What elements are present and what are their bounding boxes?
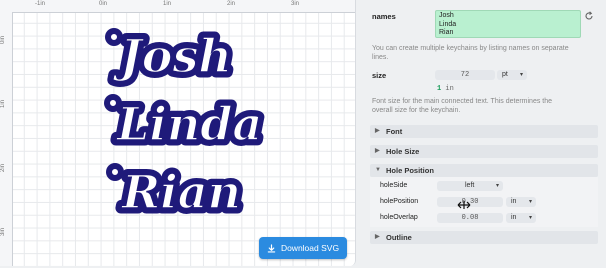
keychain-name-rian: Rian	[120, 165, 241, 219]
triangle-right-icon: ▶	[375, 234, 380, 240]
chevron-down-icon: ▾	[519, 72, 523, 78]
hole-overlap-label: holeOverlap	[380, 214, 418, 221]
download-svg-button[interactable]: Download SVG	[259, 237, 347, 259]
triangle-right-icon: ▶	[375, 148, 380, 154]
size-input[interactable]: 72	[435, 70, 495, 80]
preview-canvas[interactable]: -1in 0in 1in 2in 3in 0in 1in 2in 3in Jos…	[0, 0, 356, 266]
section-hole-size[interactable]: ▶ Hole Size	[370, 145, 598, 158]
names-help: You can create multiple keychains by lis…	[372, 45, 569, 61]
keychain-josh: Josh Josh	[105, 24, 237, 89]
size-unit-value: pt	[502, 71, 508, 78]
keychain-rian: Rian Rian	[106, 160, 246, 225]
triangle-right-icon: ▶	[375, 128, 380, 134]
reset-icon[interactable]	[584, 11, 594, 21]
section-outline[interactable]: ▶ Outline	[370, 231, 598, 244]
download-label: Download SVG	[280, 243, 340, 253]
size-help: Font size for the main connected text. T…	[372, 98, 553, 114]
chevron-down-icon: ▾	[528, 215, 532, 221]
section-hole-position[interactable]: ▼ Hole Position	[370, 164, 598, 177]
chevron-down-icon: ▾	[495, 183, 499, 189]
names-textarea[interactable]: Josh Linda Rian	[435, 10, 581, 38]
hole-overlap-unit-value: in	[511, 214, 517, 221]
hole-side-value: left	[465, 182, 475, 189]
keychain-name-josh: Josh	[112, 29, 232, 83]
keychain-linda: Linda Linda	[104, 92, 268, 157]
names-line: Josh	[439, 12, 454, 19]
download-icon	[267, 243, 276, 253]
chevron-down-icon: ▾	[528, 199, 532, 205]
names-line: Rian	[439, 29, 454, 36]
triangle-down-icon: ▼	[375, 167, 381, 173]
names-label: names	[372, 12, 396, 21]
size-unit-select[interactable]: pt ▾	[497, 70, 527, 80]
section-font[interactable]: ▶ Font	[370, 125, 598, 138]
keychain-preview: Josh Josh Linda Linda Rian Rian	[104, 24, 268, 225]
hole-position-label: holePosition	[380, 198, 419, 205]
size-converted: 1 in	[437, 85, 454, 93]
hole-position-unit-value: in	[511, 198, 517, 205]
hole-overlap-unit-select[interactable]: in ▾	[506, 213, 536, 223]
keychain-name-linda: Linda	[115, 97, 262, 151]
resize-cursor-icon	[457, 201, 471, 209]
hole-overlap-input[interactable]: 0.08	[437, 213, 503, 223]
hole-side-label: holeSide	[380, 182, 408, 189]
size-label: size	[372, 71, 387, 80]
hole-side-select[interactable]: left ▾	[437, 181, 503, 191]
hole-position-unit-select[interactable]: in ▾	[506, 197, 536, 207]
names-line: Linda	[439, 20, 457, 28]
